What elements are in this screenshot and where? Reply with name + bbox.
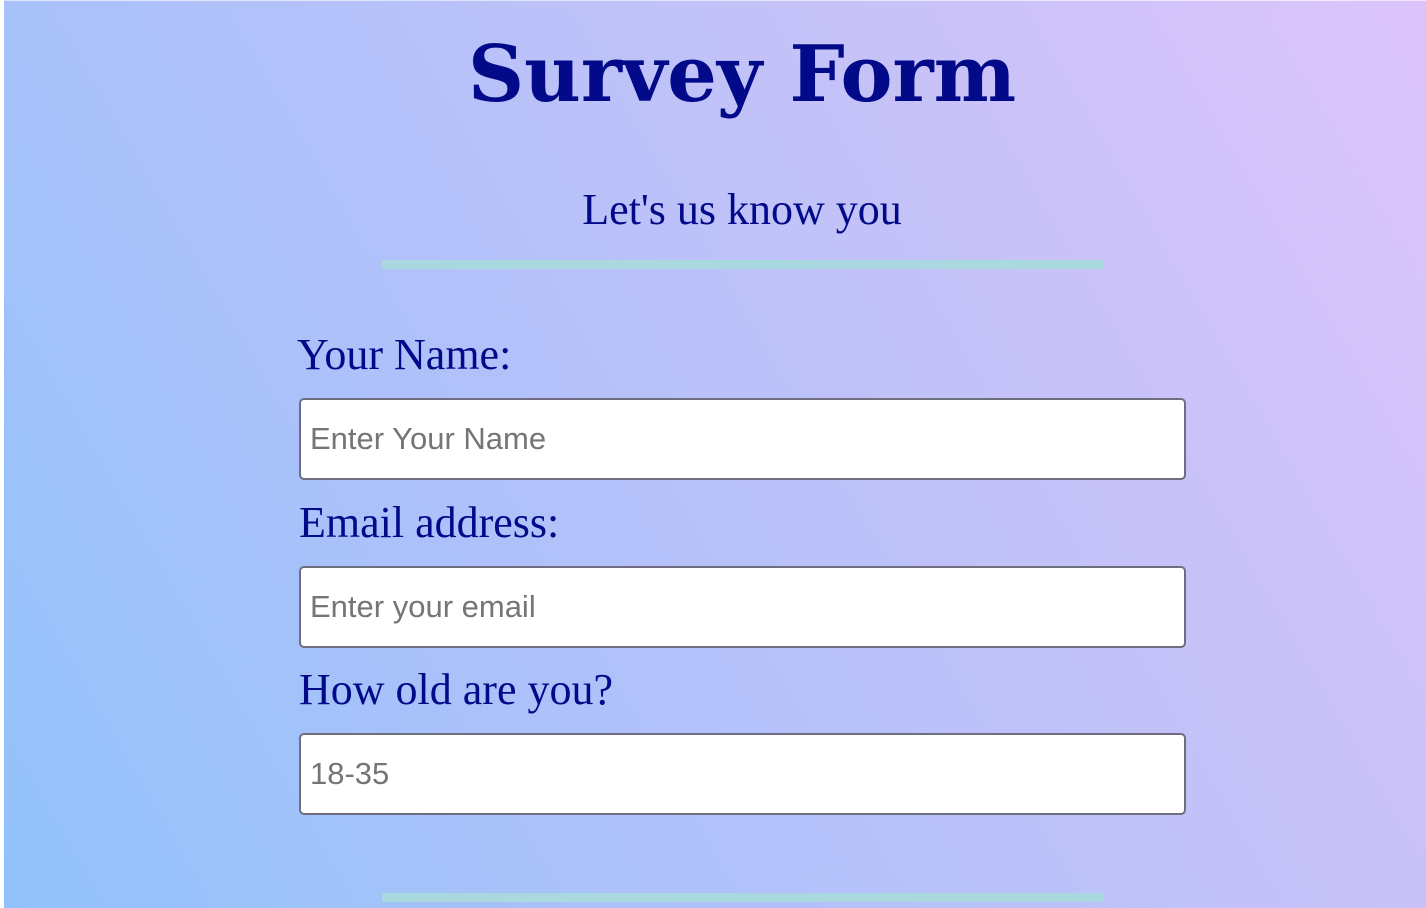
- name-label: Your Name:: [297, 330, 512, 379]
- age-label: How old are you?: [299, 665, 614, 714]
- age-input[interactable]: [299, 733, 1186, 815]
- email-label: Email address:: [299, 498, 560, 547]
- window-left-edge: [0, 0, 4, 908]
- page-title: Survey Form: [467, 29, 1017, 120]
- name-input[interactable]: [299, 398, 1186, 480]
- window-top-edge: [0, 0, 1426, 1]
- email-input[interactable]: [299, 566, 1186, 648]
- footer-divider: [382, 893, 1103, 902]
- header-divider: [382, 260, 1103, 269]
- page-subtitle: Let's us know you: [582, 185, 902, 234]
